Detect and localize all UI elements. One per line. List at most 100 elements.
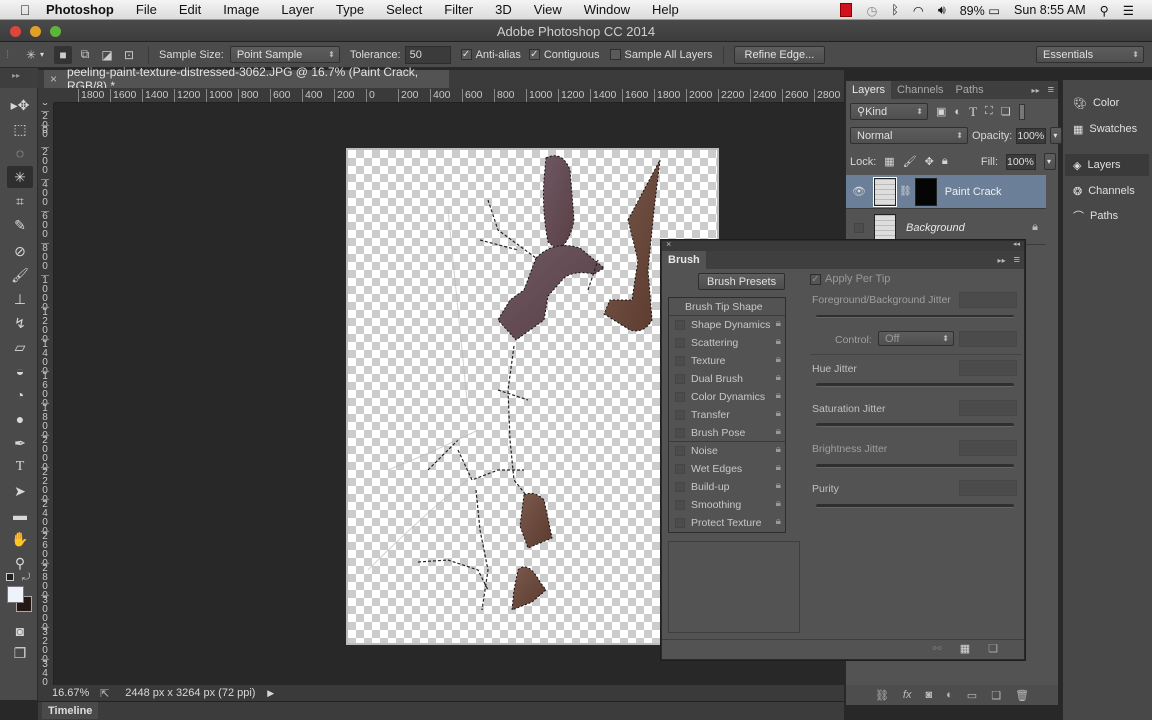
- menu-window[interactable]: Window: [584, 2, 630, 17]
- document-tab[interactable]: × peeling-paint-texture-distressed-3062.…: [44, 65, 449, 93]
- saturation-jitter-input[interactable]: [959, 400, 1017, 416]
- spotlight-search-icon[interactable]: ⚲: [1100, 3, 1109, 18]
- menu-view[interactable]: View: [534, 2, 562, 17]
- layer-name[interactable]: Paint Crack: [945, 186, 1002, 198]
- menu-select[interactable]: Select: [386, 2, 422, 17]
- brush-presets-button[interactable]: Brush Presets: [698, 273, 786, 290]
- purity-input[interactable]: [959, 480, 1017, 496]
- brush-panel-header[interactable]: × ◂◂: [662, 239, 1024, 251]
- lock-icon[interactable]: 🔒︎: [776, 408, 781, 419]
- option-checkbox[interactable]: [675, 446, 685, 456]
- lock-icon[interactable]: 🔒︎: [776, 372, 781, 383]
- bluetooth-icon[interactable]: ᛒ: [891, 3, 899, 17]
- tool-preset-dropdown-icon[interactable]: ▾: [40, 50, 44, 59]
- option-checkbox[interactable]: [675, 428, 685, 438]
- path-selection-tool[interactable]: ➤: [7, 480, 33, 502]
- recording-icon[interactable]: [840, 3, 853, 17]
- healing-brush-tool[interactable]: ⊘: [7, 240, 33, 262]
- adjustment-layer-icon[interactable]: ◐: [946, 689, 953, 701]
- hand-tool[interactable]: ✋: [7, 528, 33, 550]
- close-document-icon[interactable]: ×: [50, 72, 57, 86]
- quick-mask-tool[interactable]: ◙: [7, 620, 33, 642]
- lock-icon[interactable]: 🔒︎: [776, 426, 781, 437]
- blur-tool[interactable]: ◔: [7, 384, 33, 406]
- option-checkbox[interactable]: [675, 482, 685, 492]
- brush-option-smoothing[interactable]: Smoothing 🔒︎: [669, 496, 785, 514]
- history-brush-tool[interactable]: ↯: [7, 312, 33, 334]
- horizontal-ruler[interactable]: 1800 1600 1400 1200 1000 800 600 400 200 0 200 400 6…: [54, 88, 844, 103]
- time-machine-icon[interactable]: ◷: [866, 3, 877, 18]
- fill-input[interactable]: [1006, 153, 1036, 170]
- menu-app-name[interactable]: Photoshop: [46, 2, 114, 17]
- filter-kind-select[interactable]: ⚲ Kind ⬍: [850, 103, 928, 120]
- option-checkbox[interactable]: [675, 392, 685, 402]
- menu-image[interactable]: Image: [223, 2, 259, 17]
- add-to-selection-icon[interactable]: ⧉: [76, 46, 94, 64]
- brush-option-scattering[interactable]: Scattering 🔒︎: [669, 334, 785, 352]
- brightness-jitter-input[interactable]: [959, 440, 1017, 456]
- lock-icon[interactable]: 🔒︎: [776, 462, 781, 473]
- new-brush-icon[interactable]: ❏: [988, 642, 998, 655]
- fx-icon[interactable]: fx: [903, 689, 912, 701]
- toolbar-collapse-icon[interactable]: ▸▸: [0, 68, 38, 88]
- option-checkbox[interactable]: [675, 374, 685, 384]
- menu-file[interactable]: File: [136, 2, 157, 17]
- zoom-level[interactable]: 16.67%: [52, 687, 96, 699]
- anti-alias-checkbox[interactable]: ✓ Anti-alias: [460, 49, 521, 61]
- lock-icon[interactable]: 🔒︎: [776, 480, 781, 491]
- lasso-tool[interactable]: ◌: [7, 142, 33, 164]
- menu-3d[interactable]: 3D: [495, 2, 512, 17]
- lock-icon[interactable]: 🔒︎: [776, 444, 781, 455]
- dock-channels[interactable]: ❂ Channels: [1065, 180, 1149, 202]
- brightness-jitter-slider[interactable]: [816, 464, 1014, 468]
- workspace-select[interactable]: Essentials ⬍: [1036, 46, 1144, 63]
- option-checkbox[interactable]: [675, 320, 685, 330]
- layer-mask-thumbnail[interactable]: [914, 177, 937, 206]
- eyedropper-tool[interactable]: ✎: [7, 214, 33, 236]
- battery-status[interactable]: 89% ▭: [960, 3, 1000, 18]
- brush-option-noise[interactable]: Noise 🔒︎: [669, 442, 785, 460]
- brush-option-brush-pose[interactable]: Brush Pose 🔒︎: [669, 424, 785, 442]
- link-layers-icon[interactable]: ⛓: [875, 689, 889, 702]
- brush-option-protect-texture[interactable]: Protect Texture 🔒︎: [669, 514, 785, 532]
- panel-menu-icon[interactable]: ≡: [1014, 254, 1020, 266]
- clock[interactable]: Sun 8:55 AM: [1014, 3, 1086, 17]
- hue-jitter-input[interactable]: [959, 360, 1017, 376]
- option-checkbox[interactable]: [675, 356, 685, 366]
- hue-jitter-slider[interactable]: [816, 383, 1014, 387]
- collapse-panel-icon[interactable]: ◂◂: [1013, 240, 1020, 248]
- tab-channels[interactable]: Channels: [891, 81, 949, 99]
- intersect-selection-icon[interactable]: ⊡: [120, 46, 138, 64]
- share-icon[interactable]: ⇱: [100, 687, 109, 700]
- menu-edit[interactable]: Edit: [179, 2, 201, 17]
- menu-help[interactable]: Help: [652, 2, 679, 17]
- lock-icon[interactable]: 🔒︎: [776, 336, 781, 347]
- tab-paths[interactable]: Paths: [950, 81, 990, 99]
- filter-toggle-switch[interactable]: [1018, 103, 1025, 120]
- new-group-folder-icon[interactable]: ▭: [967, 689, 977, 702]
- add-mask-icon[interactable]: ◙: [925, 689, 932, 701]
- brush-option-color-dynamics[interactable]: Color Dynamics 🔒︎: [669, 388, 785, 406]
- filter-adjustment-icon[interactable]: ◐: [954, 106, 961, 118]
- apple-menu-icon[interactable]: : [16, 2, 34, 18]
- layer-lock-icon[interactable]: 🔒︎: [1032, 221, 1038, 234]
- clone-stamp-tool[interactable]: ⊥: [7, 288, 33, 310]
- swap-colors-icon[interactable]: ⤾: [22, 572, 30, 583]
- option-checkbox[interactable]: [675, 500, 685, 510]
- fg-bg-jitter-input[interactable]: [959, 292, 1017, 308]
- default-colors-icon[interactable]: [6, 573, 14, 581]
- move-tool[interactable]: ▸✥: [7, 94, 33, 116]
- eraser-tool[interactable]: ▱: [7, 336, 33, 358]
- close-panel-icon[interactable]: ×: [666, 239, 671, 249]
- lock-icon[interactable]: 🔒︎: [776, 390, 781, 401]
- screen-mode-tool[interactable]: ❐: [7, 642, 33, 664]
- panel-menu-icon[interactable]: ≡: [1048, 84, 1054, 96]
- brush-preset-grid-icon[interactable]: ▦: [960, 642, 970, 655]
- brush-tip-shape-item[interactable]: Brush Tip Shape: [669, 298, 785, 316]
- dock-layers[interactable]: ◈ Layers: [1065, 154, 1149, 176]
- dock-paths[interactable]: ⌒ Paths: [1065, 205, 1149, 227]
- option-checkbox[interactable]: [675, 410, 685, 420]
- notification-center-icon[interactable]: ☰: [1123, 3, 1134, 18]
- new-selection-icon[interactable]: ■: [54, 45, 73, 64]
- lock-icon[interactable]: 🔒︎: [776, 318, 781, 329]
